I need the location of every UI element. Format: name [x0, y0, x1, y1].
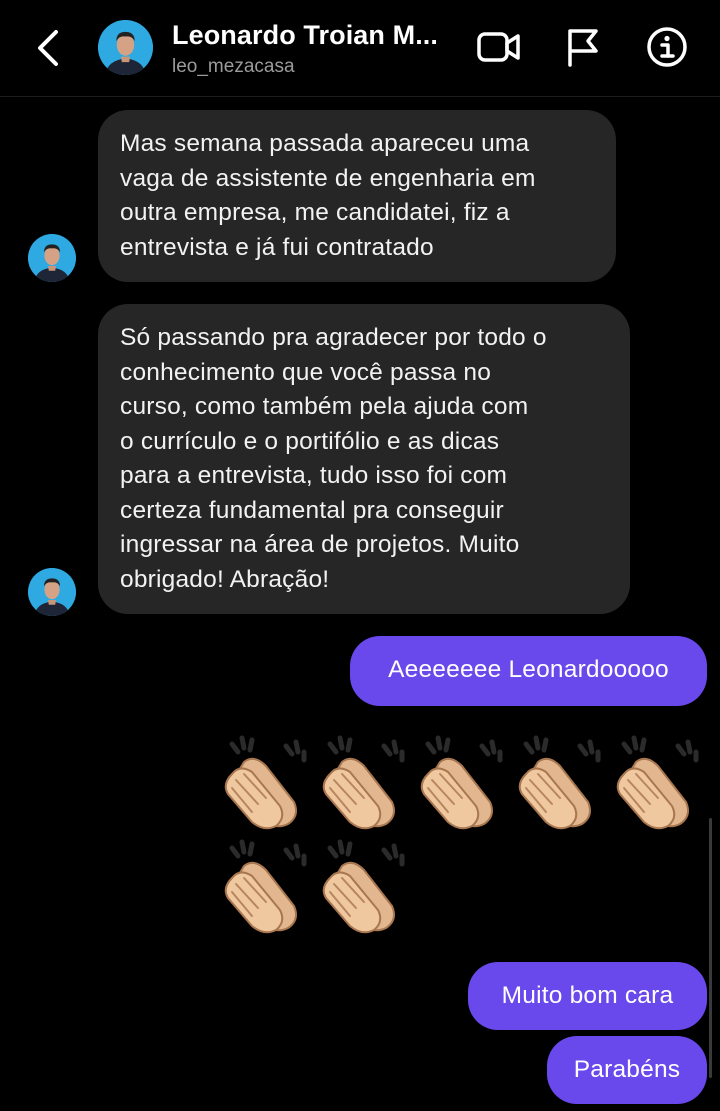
info-button[interactable] — [642, 22, 692, 72]
clapping-hands-icon — [512, 732, 606, 832]
clapping-hands-icon — [414, 732, 508, 832]
outgoing-message[interactable]: Muito bom cara — [468, 962, 707, 1030]
back-button[interactable] — [26, 24, 70, 72]
clapping-hands-icon — [218, 836, 312, 936]
contact-username[interactable]: leo_mezacasa — [172, 56, 295, 78]
scrollbar[interactable] — [709, 818, 712, 1078]
incoming-message[interactable]: Mas semana passada apareceu uma vaga de … — [98, 110, 616, 282]
clapping-hands-icon — [218, 732, 312, 832]
info-icon — [647, 27, 687, 67]
outgoing-message[interactable]: Aeeeeeee Leonardooooo — [350, 636, 707, 706]
video-call-button[interactable] — [474, 22, 524, 72]
contact-avatar[interactable] — [98, 20, 153, 75]
flag-icon — [568, 29, 598, 67]
report-button[interactable] — [558, 22, 608, 72]
contact-name[interactable]: Leonardo Troian M... — [172, 20, 457, 51]
chat-header: Leonardo Troian M... leo_mezacasa — [0, 0, 720, 97]
chevron-left-icon — [38, 30, 58, 66]
clapping-hands-icon — [316, 732, 410, 832]
incoming-message[interactable]: Só passando pra agradecer por todo o con… — [98, 304, 630, 614]
video-camera-icon — [477, 32, 520, 62]
clapping-hands-icon — [316, 836, 410, 936]
sender-avatar[interactable] — [28, 234, 76, 282]
clapping-hands-icon — [610, 732, 704, 832]
sender-avatar[interactable] — [28, 568, 76, 616]
emoji-message[interactable] — [218, 732, 708, 932]
outgoing-message[interactable]: Parabéns — [547, 1036, 707, 1104]
